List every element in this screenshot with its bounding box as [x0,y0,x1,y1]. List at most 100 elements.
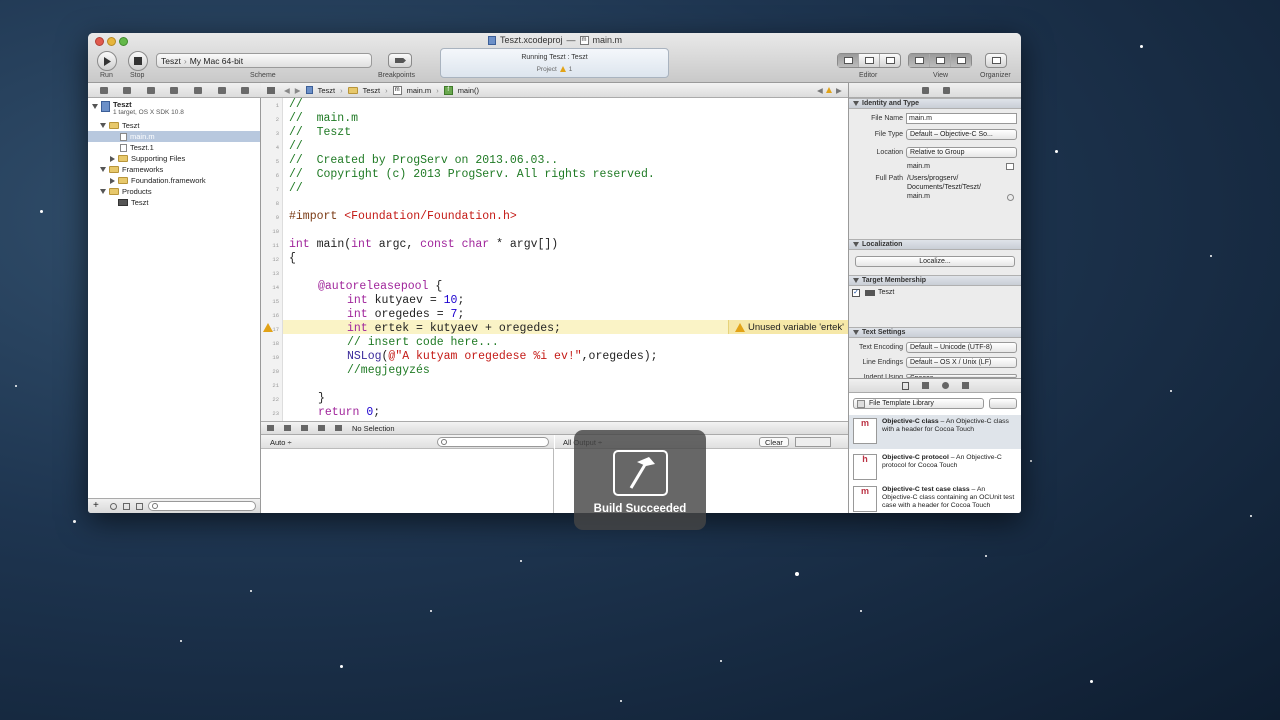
debug-navigator-icon[interactable] [194,86,203,94]
organizer-icon-wrap[interactable] [986,54,1006,67]
target-membership-section-header[interactable]: Target Membership [849,275,1021,286]
nav-item-supporting-files[interactable]: Supporting Files [88,153,260,164]
file-name-field[interactable]: main.m [906,113,1017,124]
template-item[interactable]: m Objective-C class – An Objective-C cla… [849,415,1021,449]
related-files-icon[interactable] [267,86,275,94]
disclosure-collapsed-icon[interactable] [110,177,115,184]
project-root[interactable]: Teszt 1 target, OS X SDK 10.8 [88,100,260,120]
template-item[interactable]: m Objective-C test case class – An Objec… [849,483,1021,513]
variables-search-field[interactable] [437,437,549,447]
disclosure-expanded-icon[interactable] [853,330,859,335]
location-popup[interactable]: Relative to Group [906,147,1017,158]
disclosure-expanded-icon[interactable] [92,104,98,109]
stop-button[interactable] [128,51,148,71]
symbol-navigator-icon[interactable] [123,86,132,94]
organizer-button[interactable] [985,53,1007,68]
nav-item-products[interactable]: Products [88,186,260,197]
forward-arrow-icon[interactable]: ▶ [295,86,301,95]
close-window-button[interactable] [95,37,104,46]
issue-nav-prev-icon[interactable]: ◀ [817,86,823,95]
disclosure-expanded-icon[interactable] [853,278,859,283]
assistant-editor-button[interactable] [859,54,880,67]
scm-status-icon[interactable] [123,503,130,510]
crumb-file[interactable]: main.m [407,86,432,95]
edited-files-icon[interactable] [136,503,143,510]
localization-section-header[interactable]: Localization [849,239,1021,250]
project-navigator-icon[interactable] [99,86,108,94]
zoom-window-button[interactable] [119,37,128,46]
pause-icon[interactable] [284,425,291,431]
line-number: 5 [275,158,279,165]
step-into-icon[interactable] [318,425,325,431]
stop-icon [134,57,142,65]
standard-editor-button[interactable] [838,54,859,67]
back-arrow-icon[interactable]: ◀ [284,86,290,95]
toggle-navigator-button[interactable] [909,54,930,67]
step-out-icon[interactable] [335,425,342,431]
hide-debug-area-icon[interactable] [267,425,274,431]
clear-console-button[interactable]: Clear [759,437,789,447]
nav-item-foundation-framework[interactable]: Foundation.framework [88,175,260,186]
text-settings-section-header[interactable]: Text Settings [849,327,1021,338]
log-navigator-icon[interactable] [241,86,250,94]
target-checkbox[interactable]: ✓ [852,289,860,297]
quick-help-icon[interactable] [942,86,950,94]
warning-icon[interactable] [559,66,566,72]
jump-warning-icon[interactable] [826,87,832,93]
crumb-project[interactable]: Teszt [318,86,336,95]
file-type-popup[interactable]: Default – Objective-C So... [906,129,1017,140]
toggle-debug-area-button[interactable] [930,54,951,67]
disclosure-expanded-icon[interactable] [853,242,859,247]
file-template-library-icon[interactable] [901,381,909,390]
nav-item-teszt-group[interactable]: Teszt [88,120,260,131]
disclosure-collapsed-icon[interactable] [110,155,115,162]
nav-item-teszt-1[interactable]: Teszt.1 [88,142,260,153]
choose-location-icon[interactable] [1006,163,1014,170]
toggle-utilities-button[interactable] [951,54,971,67]
text-encoding-popup[interactable]: Default – Unicode (UTF-8) [906,342,1017,353]
disclosure-expanded-icon[interactable] [100,167,106,172]
navigator-filter-field[interactable] [148,501,256,511]
media-library-icon[interactable] [961,382,969,389]
nav-item-frameworks[interactable]: Frameworks [88,164,260,175]
issue-navigator-icon[interactable] [170,86,179,94]
search-navigator-icon[interactable] [146,86,155,94]
disclosure-expanded-icon[interactable] [100,189,106,194]
reveal-in-finder-icon[interactable] [1007,194,1014,201]
disclosure-expanded-icon[interactable] [100,123,106,128]
line-endings-popup[interactable]: Default – OS X / Unix (LF) [906,357,1017,368]
issue-nav-next-icon[interactable]: ▶ [836,86,842,95]
recent-files-icon[interactable] [110,503,117,510]
manpage-file-icon [120,143,127,152]
crumb-function[interactable]: main() [458,86,479,95]
console-layout-icon[interactable] [795,437,831,447]
run-button[interactable] [97,51,117,71]
step-over-icon[interactable] [301,425,308,431]
object-library-icon[interactable] [941,382,949,389]
library-popup[interactable]: File Template Library [853,398,984,409]
breakpoints-button[interactable] [388,53,412,68]
warning-badge[interactable]: Unused variable 'ertek' [727,320,848,334]
add-icon[interactable]: + [93,500,99,511]
breakpoint-navigator-icon[interactable] [217,86,226,94]
editor-mode-control[interactable] [837,53,901,68]
identity-section-header[interactable]: Identity and Type [849,98,1021,109]
localize-button[interactable]: Localize... [855,256,1015,267]
code-token: @autoreleasepool [318,280,429,293]
nav-item-teszt-product[interactable]: Teszt [88,197,260,208]
code-token: return [318,406,360,419]
scheme-popup[interactable]: Teszt › My Mac 64-bit [156,53,372,68]
file-inspector-icon[interactable] [921,86,929,94]
template-item[interactable]: h Objective-C protocol – An Objective-C … [849,451,1021,485]
variables-view[interactable] [261,449,554,513]
minimize-window-button[interactable] [107,37,116,46]
crumb-group[interactable]: Teszt [363,86,381,95]
code-snippet-library-icon[interactable] [921,382,929,389]
library-view-toggle[interactable] [989,398,1017,409]
variables-scope-popup[interactable]: Auto ÷ [270,438,292,447]
view-control[interactable] [908,53,972,68]
disclosure-expanded-icon[interactable] [853,101,859,106]
source-editor[interactable]: Unused variable 'ertek' 1 2 3 4 5 6 7 8 9 10 11 12 1… [261,98,848,421]
nav-item-main-m[interactable]: main.m [88,131,260,142]
version-editor-button[interactable] [880,54,900,67]
